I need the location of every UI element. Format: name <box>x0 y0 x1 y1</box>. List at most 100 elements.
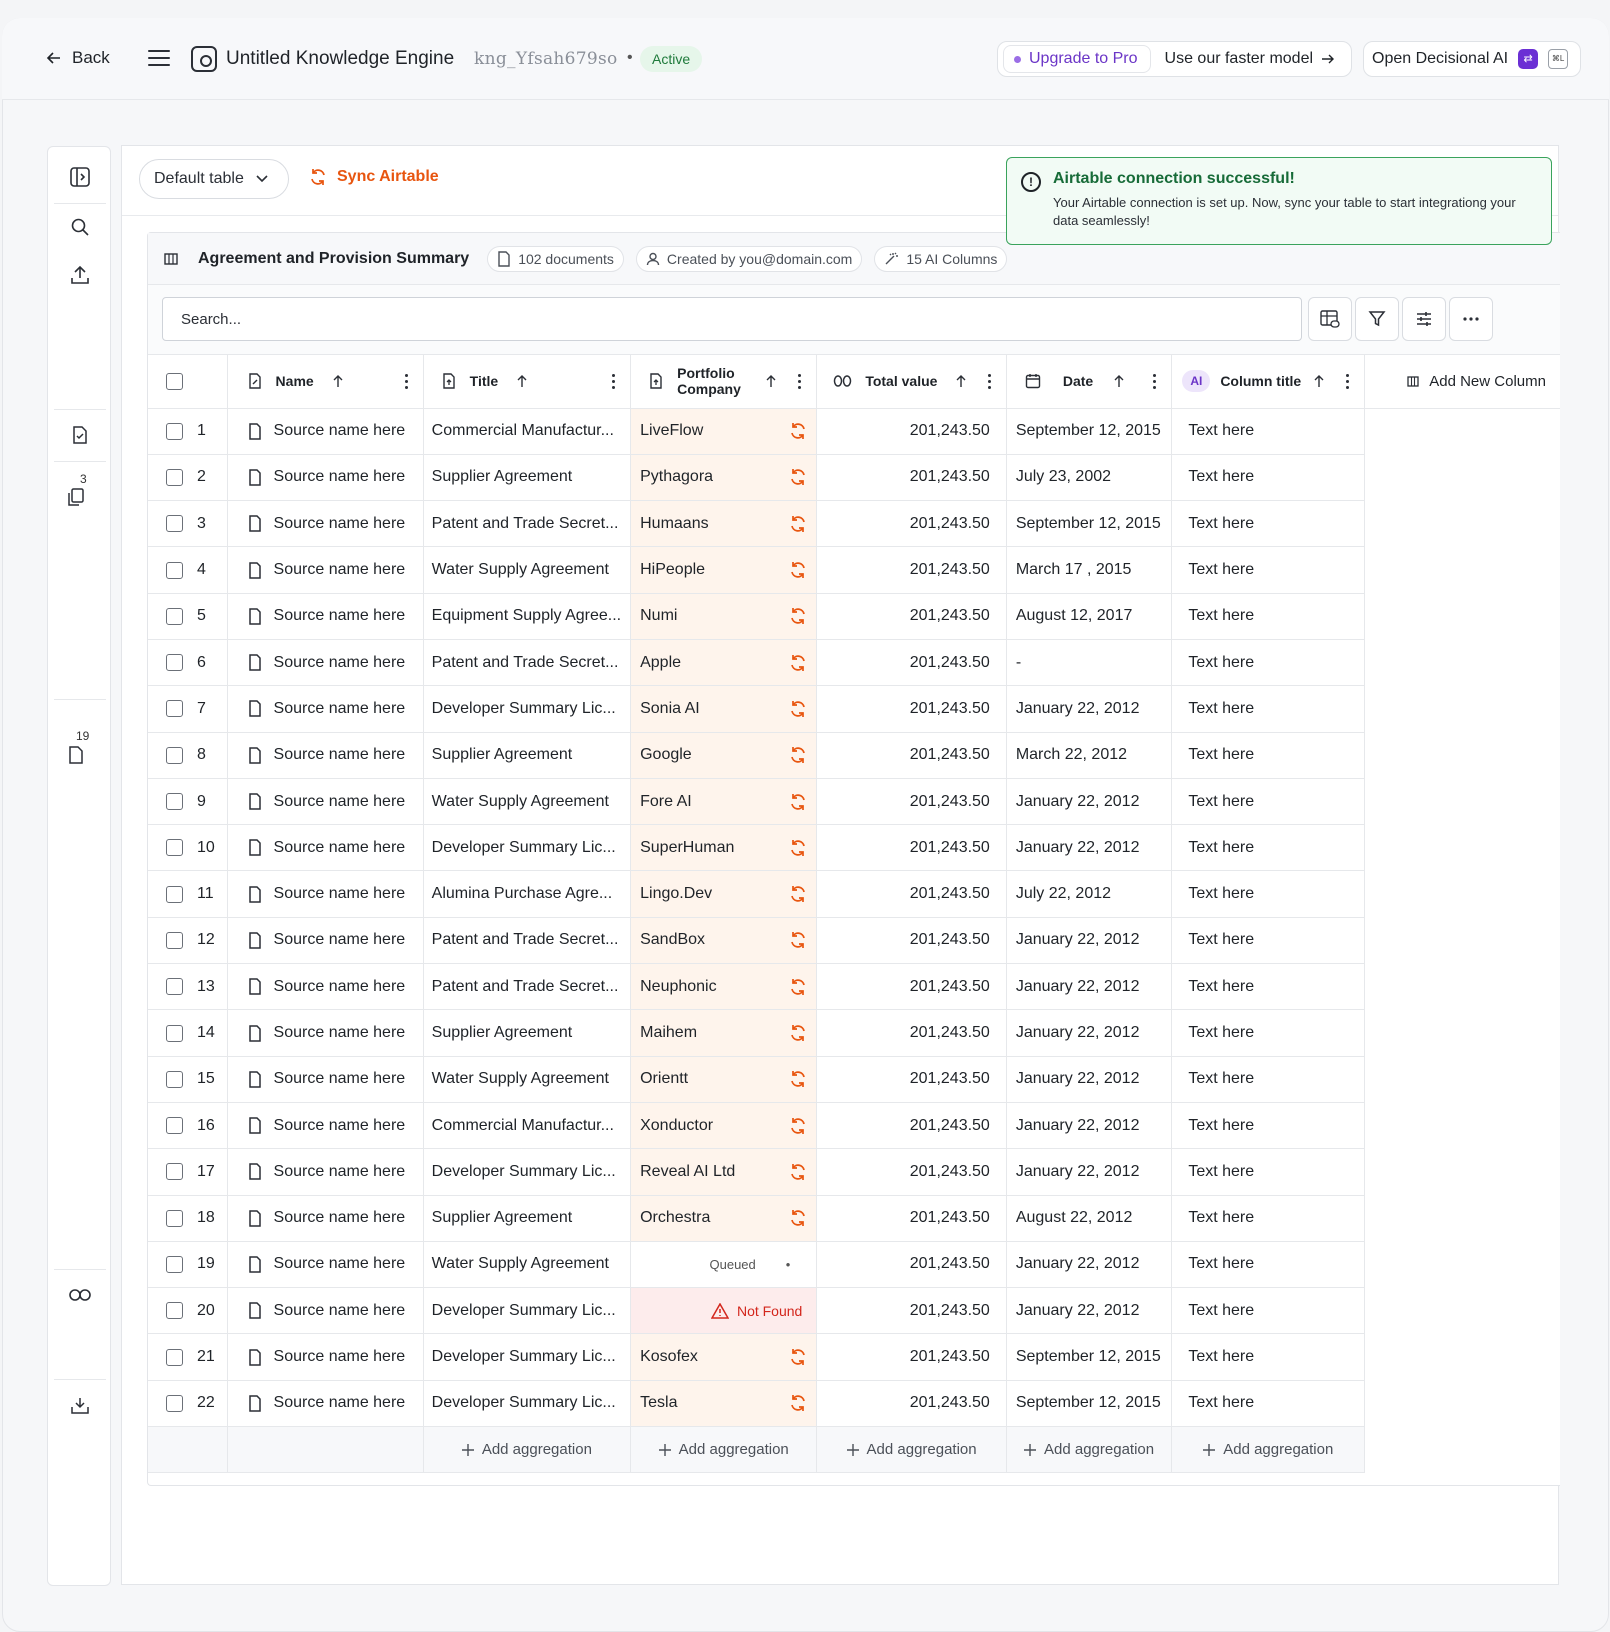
date-cell[interactable]: March 22, 2012 <box>1016 746 1127 764</box>
ai-text-cell[interactable]: Text here <box>1188 654 1254 672</box>
row-checkbox[interactable] <box>166 1348 183 1366</box>
ai-text-cell[interactable]: Text here <box>1188 422 1254 440</box>
table-row[interactable]: 17 Source name here Developer Summary Li… <box>148 1148 1560 1196</box>
refresh-icon[interactable] <box>789 1117 807 1135</box>
total-value[interactable]: 201,243.50 <box>910 839 990 857</box>
row-checkbox[interactable] <box>166 1117 183 1135</box>
title-cell[interactable]: Supplier Agreement <box>432 1209 573 1227</box>
company-cell[interactable]: Orchestra <box>640 1209 710 1227</box>
row-checkbox[interactable] <box>166 515 183 533</box>
toggle-sidebar-icon[interactable] <box>48 157 112 197</box>
column-menu-icon[interactable] <box>612 373 616 389</box>
date-cell[interactable]: - <box>1016 654 1021 672</box>
table-row[interactable]: 22 Source name here Developer Summary Li… <box>148 1380 1560 1428</box>
total-value[interactable]: 201,243.50 <box>910 1117 990 1135</box>
row-checkbox[interactable] <box>166 561 183 579</box>
sort-up-icon[interactable] <box>516 374 528 388</box>
company-cell[interactable]: Orientt <box>640 1070 688 1088</box>
company-cell[interactable]: Lingo.Dev <box>640 885 712 903</box>
upload-icon[interactable] <box>48 255 112 295</box>
sort-up-icon[interactable] <box>765 374 777 388</box>
sort-up-icon[interactable] <box>955 374 967 388</box>
table-row[interactable]: 12 Source name here Patent and Trade Sec… <box>148 917 1560 965</box>
refresh-icon[interactable] <box>789 654 807 672</box>
row-checkbox[interactable] <box>166 1163 183 1181</box>
total-value[interactable]: 201,243.50 <box>910 654 990 672</box>
title-cell[interactable]: Developer Summary Lic... <box>432 1348 616 1366</box>
company-cell[interactable]: Tesla <box>640 1394 677 1412</box>
total-value[interactable]: 201,243.50 <box>910 1348 990 1366</box>
company-cell[interactable]: Apple <box>640 654 681 672</box>
company-cell[interactable]: Kosofex <box>640 1348 698 1366</box>
refresh-icon[interactable] <box>789 561 807 579</box>
engine-title[interactable]: Untitled Knowledge Engine <box>226 48 454 70</box>
ai-text-cell[interactable]: Text here <box>1188 1070 1254 1088</box>
source-name[interactable]: Source name here <box>274 607 406 625</box>
select-all-checkbox[interactable] <box>166 372 183 390</box>
source-name[interactable]: Source name here <box>274 700 406 718</box>
ai-text-cell[interactable]: Text here <box>1188 1209 1254 1227</box>
ai-text-cell[interactable]: Text here <box>1188 1117 1254 1135</box>
row-checkbox[interactable] <box>166 746 183 764</box>
title-cell[interactable]: Commercial Manufactur... <box>432 422 614 440</box>
total-value[interactable]: 201,243.50 <box>910 885 990 903</box>
source-name[interactable]: Source name here <box>274 1070 406 1088</box>
table-link-button[interactable] <box>1308 297 1352 341</box>
sort-up-icon[interactable] <box>1113 374 1125 388</box>
date-cell[interactable]: January 22, 2012 <box>1016 1163 1140 1181</box>
source-name[interactable]: Source name here <box>274 1117 406 1135</box>
row-checkbox[interactable] <box>166 1070 183 1088</box>
source-name[interactable]: Source name here <box>274 793 406 811</box>
row-checkbox[interactable] <box>166 468 183 486</box>
total-value[interactable]: 201,243.50 <box>910 422 990 440</box>
source-name[interactable]: Source name here <box>274 1255 406 1273</box>
refresh-icon[interactable] <box>789 468 807 486</box>
settings-button[interactable] <box>1402 297 1446 341</box>
add-aggregation-button[interactable]: Add aggregation <box>1172 1427 1363 1472</box>
total-value[interactable]: 201,243.50 <box>910 1070 990 1088</box>
table-row[interactable]: 18 Source name here Supplier Agreement O… <box>148 1195 1560 1242</box>
date-cell[interactable]: January 22, 2012 <box>1016 931 1140 949</box>
column-header-total[interactable]: Total value <box>816 355 1007 409</box>
table-row[interactable]: 5 Source name here Equipment Supply Agre… <box>148 593 1560 640</box>
document-check-icon[interactable] <box>48 415 112 455</box>
date-cell[interactable]: January 22, 2012 <box>1016 1024 1140 1042</box>
title-cell[interactable]: Water Supply Agreement <box>432 793 609 811</box>
total-value[interactable]: 201,243.50 <box>910 746 990 764</box>
refresh-icon[interactable] <box>789 1394 807 1412</box>
table-row[interactable]: 20 Source name here Developer Summary Li… <box>148 1287 1560 1335</box>
link-icon[interactable] <box>48 1275 112 1315</box>
source-name[interactable]: Source name here <box>274 885 406 903</box>
total-value[interactable]: 201,243.50 <box>910 793 990 811</box>
table-row[interactable]: 2 Source name here Supplier Agreement Py… <box>148 454 1560 502</box>
source-name[interactable]: Source name here <box>274 978 406 996</box>
source-name[interactable]: Source name here <box>274 839 406 857</box>
title-cell[interactable]: Water Supply Agreement <box>432 1255 609 1273</box>
title-cell[interactable]: Commercial Manufactur... <box>432 1117 614 1135</box>
date-cell[interactable]: January 22, 2012 <box>1016 1117 1140 1135</box>
row-checkbox[interactable] <box>166 422 183 440</box>
ai-text-cell[interactable]: Text here <box>1188 515 1254 533</box>
source-name[interactable]: Source name here <box>274 1209 406 1227</box>
table-row[interactable]: 15 Source name here Water Supply Agreeme… <box>148 1056 1560 1103</box>
refresh-icon[interactable] <box>789 607 807 625</box>
download-icon[interactable] <box>48 1385 112 1425</box>
sort-up-icon[interactable] <box>1313 374 1325 388</box>
company-cell[interactable]: Reveal AI Ltd <box>640 1163 735 1181</box>
title-cell[interactable]: Alumina Purchase Agre... <box>432 885 613 903</box>
refresh-icon[interactable] <box>789 1163 807 1181</box>
row-checkbox[interactable] <box>166 1209 183 1227</box>
table-row[interactable]: 1 Source name here Commercial Manufactur… <box>148 408 1560 455</box>
row-checkbox[interactable] <box>166 931 183 949</box>
table-row[interactable]: 14 Source name here Supplier Agreement M… <box>148 1009 1560 1057</box>
company-cell[interactable]: Fore AI <box>640 793 692 811</box>
total-value[interactable]: 201,243.50 <box>910 1302 990 1320</box>
total-value[interactable]: 201,243.50 <box>910 1024 990 1042</box>
date-cell[interactable]: January 22, 2012 <box>1016 793 1140 811</box>
column-menu-icon[interactable] <box>1153 373 1157 389</box>
source-name[interactable]: Source name here <box>274 515 406 533</box>
refresh-icon[interactable] <box>789 1070 807 1088</box>
ai-text-cell[interactable]: Text here <box>1188 1302 1254 1320</box>
ai-text-cell[interactable]: Text here <box>1188 1163 1254 1181</box>
refresh-icon[interactable] <box>789 793 807 811</box>
